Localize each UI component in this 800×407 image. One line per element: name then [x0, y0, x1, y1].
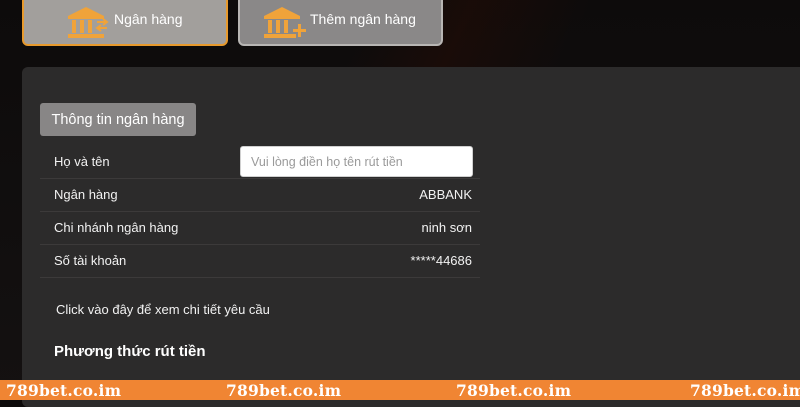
bank-value: ABBANK [419, 187, 472, 202]
form-row-branch: Chi nhánh ngân hàng ninh sơn [40, 211, 480, 245]
section-title-bank-info: Thông tin ngân hàng [40, 103, 196, 136]
account-number-label: Số tài khoản [54, 253, 127, 268]
bank-button-label: Ngân hàng [114, 11, 183, 27]
watermark-text: 789bet.co.im [690, 381, 800, 400]
watermark-text: 789bet.co.im [6, 381, 122, 400]
account-number-value: *****44686 [410, 253, 472, 268]
full-name-label: Họ và tên [54, 154, 110, 169]
watermark-text: 789bet.co.im [456, 381, 572, 400]
bank-building-icon [64, 6, 110, 40]
full-name-input[interactable] [240, 146, 473, 177]
bank-button[interactable]: Ngân hàng [22, 0, 228, 46]
watermark-text: 789bet.co.im [226, 381, 342, 400]
bank-add-icon [262, 6, 308, 40]
add-bank-button[interactable]: Thêm ngân hàng [238, 0, 443, 46]
withdraw-method-title: Phương thức rút tiền [54, 343, 206, 360]
branch-value: ninh sơn [421, 220, 472, 235]
request-details-link[interactable]: Click vào đây để xem chi tiết yêu cầu [56, 302, 270, 317]
add-bank-button-label: Thêm ngân hàng [310, 11, 416, 27]
branch-label: Chi nhánh ngân hàng [54, 220, 179, 235]
form-row-account: Số tài khoản *****44686 [40, 244, 480, 278]
form-row-bank: Ngân hàng ABBANK [40, 178, 480, 212]
bank-label: Ngân hàng [54, 187, 118, 202]
